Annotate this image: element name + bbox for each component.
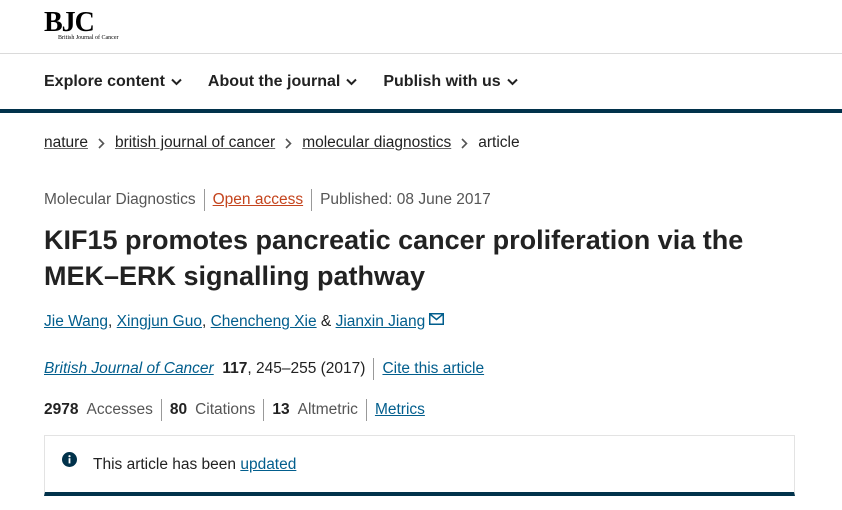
chevron-right-icon — [98, 137, 105, 149]
chevron-down-icon — [171, 78, 182, 86]
meta-divider — [203, 189, 205, 211]
metrics-divider — [263, 399, 265, 421]
header-divider — [0, 53, 842, 54]
open-access-link[interactable]: Open access — [213, 191, 303, 209]
updated-link[interactable]: updated — [240, 456, 296, 473]
citation-line: British Journal of Cancer 117 , 245–255 … — [44, 358, 484, 380]
email-icon[interactable] — [429, 313, 445, 325]
breadcrumb-current: article — [478, 134, 520, 151]
accesses-label: Accesses — [86, 401, 153, 418]
cite-this-article-link[interactable]: Cite this article — [382, 360, 484, 378]
article-meta: Molecular Diagnostics Open access Publis… — [44, 189, 491, 211]
chevron-down-icon — [346, 78, 358, 86]
meta-divider — [311, 189, 313, 211]
nav-about-journal[interactable]: About the journal — [207, 71, 358, 93]
nav-accent-bar — [0, 109, 842, 113]
nav-label: Explore content — [44, 73, 165, 90]
metrics-link[interactable]: Metrics — [375, 401, 425, 419]
author-list: Jie Wang , Xingjun Guo , Chencheng Xie &… — [44, 313, 445, 331]
journal-logo[interactable]: BJC British Journal of Cancer — [44, 7, 119, 42]
article-category: Molecular Diagnostics — [44, 191, 196, 208]
citations-count: 80 — [169, 401, 188, 418]
author-link[interactable]: Chencheng Xie — [211, 313, 317, 331]
breadcrumb: nature british journal of cancer molecul… — [44, 134, 520, 152]
nav-explore-content[interactable]: Explore content — [44, 71, 182, 93]
journal-pages: , 245–255 (2017) — [247, 360, 366, 377]
nav-label: About the journal — [207, 73, 341, 90]
chevron-right-icon — [461, 137, 468, 149]
info-icon — [62, 452, 77, 467]
metrics-divider — [365, 399, 367, 421]
logo-text: BJC — [44, 7, 95, 38]
author-link[interactable]: Jianxin Jiang — [336, 313, 426, 331]
notice-text: This article has been — [93, 456, 241, 473]
chevron-down-icon — [506, 78, 518, 86]
author-separator: , — [108, 313, 113, 330]
logo-subtitle: British Journal of Cancer — [58, 35, 119, 41]
altmetric-label: Altmetric — [297, 401, 358, 418]
nav-publish-with-us[interactable]: Publish with us — [383, 71, 518, 93]
breadcrumb-molecular-diagnostics[interactable]: molecular diagnostics — [302, 134, 451, 152]
author-separator: , — [201, 313, 207, 330]
metrics-divider — [160, 399, 162, 421]
published-date: Published: 08 June 2017 — [320, 191, 491, 208]
accesses-count: 2978 — [44, 401, 79, 418]
breadcrumb-nature[interactable]: nature — [44, 134, 88, 152]
title-line-1: KIF15 promotes pancreatic cancer prolife… — [44, 225, 744, 255]
breadcrumb-bjc[interactable]: british journal of cancer — [115, 134, 275, 152]
main-nav: Explore content About the journal Publis… — [44, 71, 544, 93]
update-notice: This article has been updated — [44, 435, 795, 496]
article-metrics: 2978 Accesses 80 Citations 13 Altmetric … — [44, 399, 425, 421]
author-and: & — [320, 313, 332, 330]
altmetric-count: 13 — [272, 401, 290, 418]
journal-link[interactable]: British Journal of Cancer — [44, 360, 214, 378]
chevron-right-icon — [285, 137, 292, 149]
cite-divider — [373, 358, 375, 380]
author-link[interactable]: Xingjun Guo — [117, 313, 202, 331]
notice-message: This article has been updated — [93, 456, 296, 474]
article-title: KIF15 promotes pancreatic cancer prolife… — [44, 222, 804, 294]
journal-volume: 117 — [222, 360, 248, 377]
nav-label: Publish with us — [383, 73, 501, 90]
citations-label: Citations — [195, 401, 256, 418]
author-link[interactable]: Jie Wang — [44, 313, 108, 331]
title-line-2: MEK–ERK signalling pathway — [44, 261, 426, 291]
